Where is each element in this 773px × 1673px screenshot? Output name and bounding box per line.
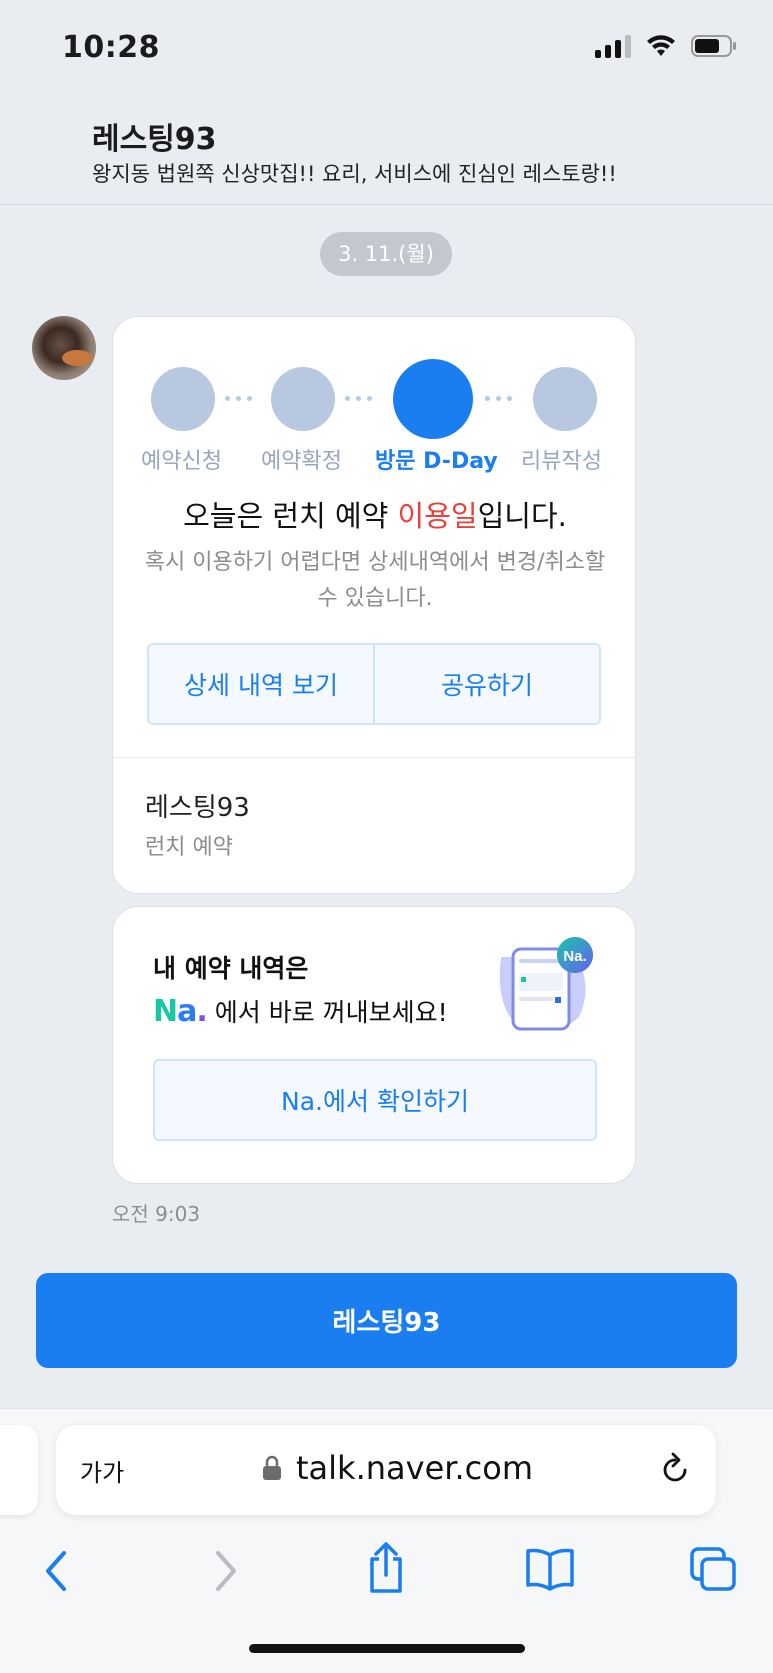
na-badge: Na. [563,948,586,965]
step-circle-confirm [271,367,335,431]
notice-title: 오늘은 런치 예약 이용일입니다. [113,493,637,535]
tabs-icon[interactable] [688,1545,738,1593]
share-button[interactable]: 공유하기 [373,645,599,723]
check-in-na-button[interactable]: Na.에서 확인하기 [153,1059,597,1141]
address-bar[interactable]: 가가 talk.naver.com [56,1425,716,1515]
reservation-type: 런치 예약 [145,835,233,860]
step-label-visit: 방문 D-Day [375,449,498,474]
status-bar: 10:28 [0,0,773,100]
share-icon[interactable] [364,1541,408,1595]
reservation-actions: 상세 내역 보기 공유하기 [147,643,601,725]
promo-line1: 내 예약 내역은 [153,954,309,983]
na-logo: Na. [153,993,208,1029]
view-details-button[interactable]: 상세 내역 보기 [149,645,373,723]
store-menu-button[interactable]: 레스팅93 [36,1273,737,1368]
store-avatar[interactable] [32,316,96,380]
notice-title-prefix: 오늘은 런치 예약 [183,499,398,533]
bookmarks-icon[interactable] [524,1547,576,1591]
promo-line2: Na. 에서 바로 꺼내보세요! [153,993,448,1029]
step-connector [485,396,512,401]
notice-subtitle: 혹시 이용하기 어렵다면 상세내역에서 변경/취소할 수 있습니다. [144,550,606,611]
card-divider [113,757,635,758]
reload-icon[interactable] [658,1451,692,1487]
home-indicator [249,1644,525,1653]
notice-title-suffix: 입니다. [477,499,567,533]
step-label-confirm: 예약확정 [261,449,342,474]
step-circle-request [151,367,215,431]
status-time: 10:28 [62,30,160,65]
date-pill: 3. 11.(월) [320,232,452,276]
chat-header: 레스팅93 왕지동 법원쪽 신상맛집!! 요리, 서비스에 진심인 레스토랑!! [0,100,773,205]
step-label-request: 예약신청 [141,449,222,474]
previous-tab-peek[interactable] [0,1425,38,1515]
chat-title: 레스팅93 [92,122,217,157]
wifi-icon [647,35,675,56]
step-circle-review [533,367,597,431]
step-label-review: 리뷰작성 [521,449,602,474]
promo-card: 내 예약 내역은 Na. 에서 바로 꺼내보세요! Na. Na.에서 확인하기 [112,906,636,1184]
browser-nav [0,1539,773,1609]
step-circle-visit [393,359,473,439]
forward-icon[interactable] [210,1549,240,1593]
browser-toolbar: 가가 talk.naver.com [0,1408,773,1673]
promo-line2-text: 에서 바로 꺼내보세요! [214,998,448,1027]
text-size-button[interactable]: 가가 [80,1453,124,1488]
reservation-card: 예약신청 예약확정 방문 D-Day 리뷰작성 오늘은 런치 예약 이용일입니다… [112,316,636,894]
cellular-signal-icon [595,34,631,58]
step-connector [345,396,372,401]
phone-illustration-icon: Na. [499,937,593,1031]
back-icon[interactable] [42,1549,72,1593]
message-time: 오전 9:03 [112,1202,201,1226]
battery-icon [691,35,736,57]
step-connector [225,396,252,401]
notice-title-highlight: 이용일 [397,499,478,533]
store-name[interactable]: 레스팅93 [145,787,250,824]
status-icons [595,34,737,58]
url-text[interactable]: talk.naver.com [296,1449,533,1487]
lock-icon [263,1455,281,1480]
chat-description: 왕지동 법원쪽 신상맛집!! 요리, 서비스에 진심인 레스토랑!! [92,162,617,186]
